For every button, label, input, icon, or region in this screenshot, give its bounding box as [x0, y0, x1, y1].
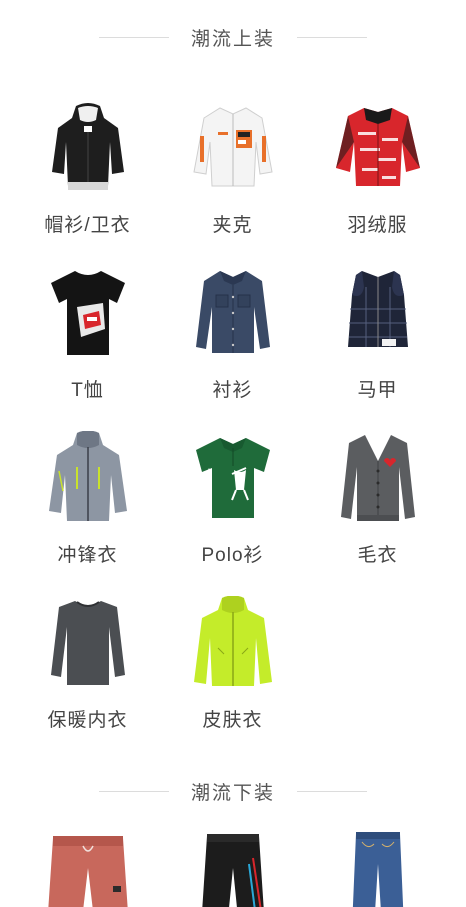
category-label: Polo衫: [201, 545, 264, 566]
category-label: 马甲: [357, 380, 398, 401]
category-polo[interactable]: Polo衫: [155, 425, 310, 590]
category-label: T恤: [71, 380, 104, 401]
category-vest[interactable]: 马甲: [300, 260, 455, 425]
category-tshirt[interactable]: T恤: [10, 260, 165, 425]
section-header-bottoms: 潮流下装: [0, 776, 466, 806]
category-label: 衬衫: [212, 380, 253, 401]
skin-jacket-icon: [178, 590, 288, 695]
hoodie-icon: [33, 95, 143, 200]
category-jeans[interactable]: [300, 828, 455, 907]
category-hoodie[interactable]: 帽衫/卫衣: [10, 95, 165, 260]
jacket-icon: [178, 95, 288, 200]
category-label: 保暖内衣: [47, 710, 128, 731]
category-jacket[interactable]: 夹克: [155, 95, 310, 260]
polo-icon: [178, 425, 288, 530]
category-jogger-pants[interactable]: [10, 828, 165, 907]
down-jacket-icon: [323, 95, 433, 200]
track-pants-icon: [178, 828, 288, 907]
category-label: 冲锋衣: [57, 545, 118, 566]
section-title-bottoms: 潮流下装: [190, 782, 275, 804]
category-label: 羽绒服: [347, 215, 408, 236]
category-skin-jacket[interactable]: 皮肤衣: [155, 590, 310, 755]
sweater-icon: [323, 425, 433, 530]
divider-line: [297, 36, 367, 38]
category-track-pants[interactable]: [155, 828, 310, 907]
divider-line: [98, 36, 169, 38]
category-label: 帽衫/卫衣: [44, 215, 131, 236]
category-label: 夹克: [212, 215, 253, 236]
category-label: 毛衣: [357, 545, 398, 566]
jeans-icon: [323, 828, 433, 907]
section-title-tops: 潮流上装: [190, 28, 275, 50]
divider-line: [297, 790, 367, 792]
category-down-jacket[interactable]: 羽绒服: [300, 95, 455, 260]
jogger-pants-icon: [33, 828, 143, 907]
windbreaker-icon: [33, 425, 143, 530]
category-sweater[interactable]: 毛衣: [300, 425, 455, 590]
vest-icon: [323, 260, 433, 365]
thermal-underwear-icon: [33, 590, 143, 695]
category-thermal-underwear[interactable]: 保暖内衣: [10, 590, 165, 755]
divider-line: [98, 790, 169, 792]
tshirt-icon: [33, 260, 143, 365]
section-header-tops: 潮流上装: [0, 22, 466, 52]
category-shirt[interactable]: 衬衫: [155, 260, 310, 425]
category-label: 皮肤衣: [202, 710, 263, 731]
shirt-icon: [178, 260, 288, 365]
category-windbreaker[interactable]: 冲锋衣: [10, 425, 165, 590]
